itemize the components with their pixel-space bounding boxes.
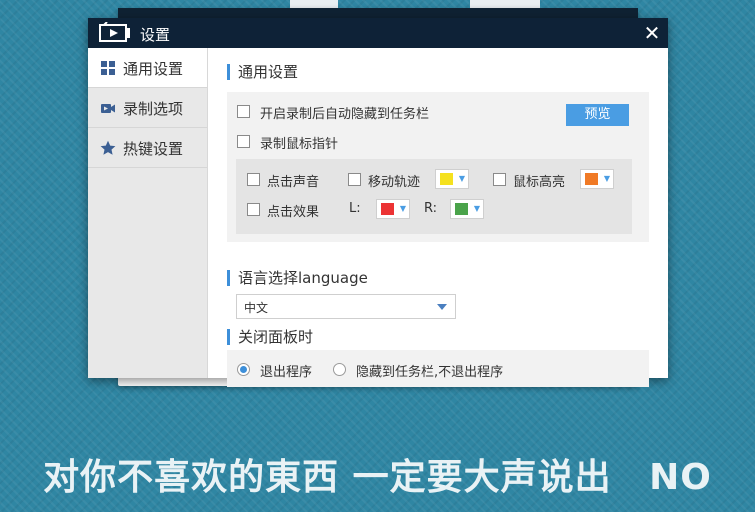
video-camera-icon — [101, 104, 115, 113]
left-click-color-picker[interactable]: ▼ — [376, 199, 410, 219]
language-select[interactable]: 中文 — [236, 294, 456, 319]
sidebar-item-hotkeys[interactable]: 热键设置 — [88, 128, 207, 168]
sidebar-item-general[interactable]: 通用设置 — [88, 48, 207, 88]
record-cursor-label: 录制鼠标指针 — [260, 137, 339, 152]
section-title-general: 通用设置 — [227, 64, 298, 80]
chevron-down-icon: ▼ — [399, 204, 407, 213]
sidebar: 通用设置 录制选项 热键设置 — [88, 48, 208, 378]
background-caption-main: 对你不喜欢的東西 一定要大声说出 — [43, 457, 612, 498]
hide-to-taskbar-radio[interactable] — [333, 363, 346, 376]
cursor-highlight-color-swatch — [585, 173, 598, 185]
move-trail-checkbox[interactable] — [348, 173, 361, 186]
general-panel: 开启录制后自动隐藏到任务栏 预览 录制鼠标指针 点击声音 移动轨迹 ▼ 鼠标高亮… — [227, 92, 649, 242]
close-button[interactable]: ✕ — [642, 22, 662, 44]
chevron-down-icon: ▼ — [458, 174, 466, 183]
dialog-title: 设置 — [140, 26, 171, 44]
sidebar-item-label: 热键设置 — [123, 140, 184, 158]
sidebar-item-label: 录制选项 — [123, 100, 184, 118]
click-sound-checkbox[interactable] — [247, 173, 260, 186]
exit-program-radio[interactable] — [237, 363, 250, 376]
cursor-highlight-label: 鼠标高亮 — [513, 175, 566, 190]
sidebar-item-recording[interactable]: 录制选项 — [88, 88, 207, 128]
preview-button[interactable]: 预览 — [566, 104, 629, 126]
background-caption-end: NO — [649, 457, 712, 498]
auto-hide-checkbox[interactable] — [237, 105, 250, 118]
grid-icon — [101, 61, 115, 75]
background-caption: 对你不喜欢的東西 一定要大声说出 NO — [0, 448, 755, 498]
right-click-label: R: — [424, 201, 438, 216]
chevron-down-icon: ▼ — [603, 174, 611, 183]
move-trail-label: 移动轨迹 — [368, 175, 421, 190]
language-select-value: 中文 — [244, 301, 269, 315]
move-trail-color-picker[interactable]: ▼ — [435, 169, 469, 189]
move-trail-color-swatch — [440, 173, 453, 185]
cursor-highlight-checkbox[interactable] — [493, 173, 506, 186]
record-cursor-checkbox[interactable] — [237, 135, 250, 148]
dialog-titlebar[interactable]: 设置 ✕ — [88, 18, 668, 48]
click-effect-checkbox[interactable] — [247, 203, 260, 216]
right-click-color-swatch — [455, 203, 468, 215]
left-click-label: L: — [349, 201, 361, 216]
section-title-language: 语言选择language — [227, 270, 368, 286]
click-sound-label: 点击声音 — [267, 175, 320, 190]
chevron-down-icon: ▼ — [473, 204, 481, 213]
close-panel-options: 退出程序 隐藏到任务栏,不退出程序 — [227, 350, 649, 387]
chevron-down-icon — [437, 304, 447, 310]
section-title-close-panel: 关闭面板时 — [227, 329, 313, 345]
app-logo-icon — [99, 22, 130, 42]
settings-content: 通用设置 开启录制后自动隐藏到任务栏 预览 录制鼠标指针 点击声音 移动轨迹 ▼… — [207, 48, 668, 387]
cursor-options-panel: 点击声音 移动轨迹 ▼ 鼠标高亮 ▼ 点击效果 L: ▼ R: ▼ — [236, 159, 632, 234]
settings-dialog: 设置 ✕ 通用设置 录制选项 热键设置 通用设置 开启录制后自动隐藏到任务栏 预… — [88, 18, 668, 387]
star-icon — [100, 140, 116, 155]
cursor-highlight-color-picker[interactable]: ▼ — [580, 169, 614, 189]
hide-to-taskbar-label: 隐藏到任务栏,不退出程序 — [356, 365, 504, 380]
left-click-color-swatch — [381, 203, 394, 215]
exit-program-label: 退出程序 — [260, 365, 313, 380]
sidebar-item-label: 通用设置 — [123, 60, 184, 78]
right-click-color-picker[interactable]: ▼ — [450, 199, 484, 219]
auto-hide-label: 开启录制后自动隐藏到任务栏 — [260, 107, 430, 122]
click-effect-label: 点击效果 — [267, 205, 320, 220]
